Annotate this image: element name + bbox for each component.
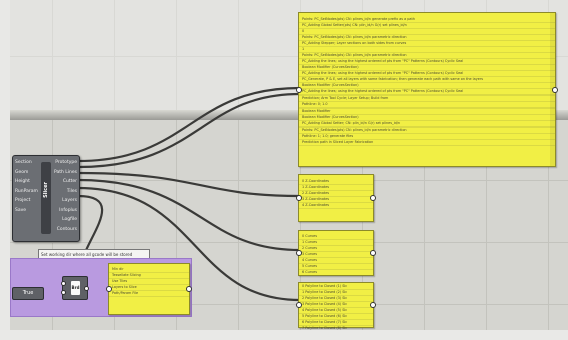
- output-port[interactable]: Contours: [57, 225, 77, 235]
- panel-input-grip[interactable]: [296, 302, 302, 308]
- component-outputs: Prototype Path Lines Cutter Tiles Layers…: [53, 158, 77, 234]
- z-coordinates-panel[interactable]: 0 Z-Coordinates 1 Z-Coordinates 2 Z-Coor…: [296, 174, 376, 222]
- polyline-panel[interactable]: 0 Polyline to Closed (1) Slc 1 Polyline …: [296, 282, 376, 332]
- panel-output-grip[interactable]: [370, 195, 376, 201]
- input-port[interactable]: RunParam: [15, 187, 39, 197]
- panel-lines: 0 Curves 1 Curves 2 Curves 3 Curves 4 Cu…: [299, 231, 373, 276]
- output-pin[interactable]: [84, 286, 89, 291]
- component-inputs: Section Geom Height RunParam Project Sav…: [15, 158, 39, 215]
- group-panel[interactable]: Min dir Tessellate Slicing Use Tiles Lay…: [106, 263, 192, 315]
- input-port[interactable]: Project: [15, 196, 39, 206]
- input-pin[interactable]: [61, 281, 66, 286]
- boolean-toggle[interactable]: True: [12, 287, 44, 300]
- mini-component-label: Brd: [71, 281, 80, 295]
- curves-panel[interactable]: 0 Curves 1 Curves 2 Curves 3 Curves 4 Cu…: [296, 230, 376, 276]
- output-port[interactable]: Layers: [62, 196, 77, 206]
- main-panel[interactable]: Points: PC_SetNodes(pts) CN: plines_id/n…: [296, 12, 558, 167]
- slicer-component[interactable]: Section Geom Height RunParam Project Sav…: [12, 155, 80, 242]
- panel-input-grip[interactable]: [296, 195, 302, 201]
- panel-input-grip[interactable]: [296, 250, 302, 256]
- output-port[interactable]: Cutter: [63, 177, 77, 187]
- input-port[interactable]: Geom: [15, 168, 39, 178]
- panel-output-grip[interactable]: [370, 250, 376, 256]
- output-port[interactable]: Logfile: [62, 215, 77, 225]
- panel-input-grip[interactable]: [296, 86, 302, 93]
- panel-output-grip[interactable]: [186, 286, 192, 292]
- input-port[interactable]: Save: [15, 206, 39, 216]
- panel-output-grip[interactable]: [552, 86, 558, 93]
- panel-line: Prediction path in Sliced Layer Fabricat…: [299, 140, 555, 146]
- input-port[interactable]: Section: [15, 158, 39, 168]
- panel-line: Path/Param File: [109, 291, 189, 297]
- output-port[interactable]: Path Lines: [54, 168, 77, 178]
- component-core: Slicer: [41, 162, 51, 234]
- panel-lines: 0 Z-Coordinates 1 Z-Coordinates 2 Z-Coor…: [299, 175, 373, 209]
- component-name: Slicer: [43, 182, 49, 198]
- grasshopper-canvas[interactable]: Section Geom Height RunParam Project Sav…: [0, 0, 568, 340]
- panel-lines: 0 Polyline to Closed (1) Slc 1 Polyline …: [299, 283, 373, 332]
- input-port[interactable]: Height: [15, 177, 39, 187]
- input-pin[interactable]: [61, 290, 66, 295]
- output-port[interactable]: Prototype: [55, 158, 77, 168]
- panel-lines: Min dir Tessellate Slicing Use Tiles Lay…: [109, 264, 189, 297]
- panel-output-grip[interactable]: [370, 302, 376, 308]
- wire-to-z-panel: [77, 171, 301, 198]
- panel-line: 4 Z-Coordinates: [299, 203, 373, 209]
- output-port[interactable]: Infoplus: [59, 206, 77, 216]
- wire-to-main-panel-2: [77, 92, 301, 169]
- wire-to-main-panel: [77, 86, 301, 163]
- panel-line: 6 Curves: [299, 270, 373, 276]
- output-port[interactable]: Tiles: [67, 187, 77, 197]
- canvas-bottom-edge: [0, 330, 568, 340]
- mini-component[interactable]: Brd: [61, 276, 89, 300]
- panel-lines: Points: PC_SetNodes(pts) CN: plines_id/n…: [299, 13, 555, 146]
- panel-input-grip[interactable]: [106, 286, 112, 292]
